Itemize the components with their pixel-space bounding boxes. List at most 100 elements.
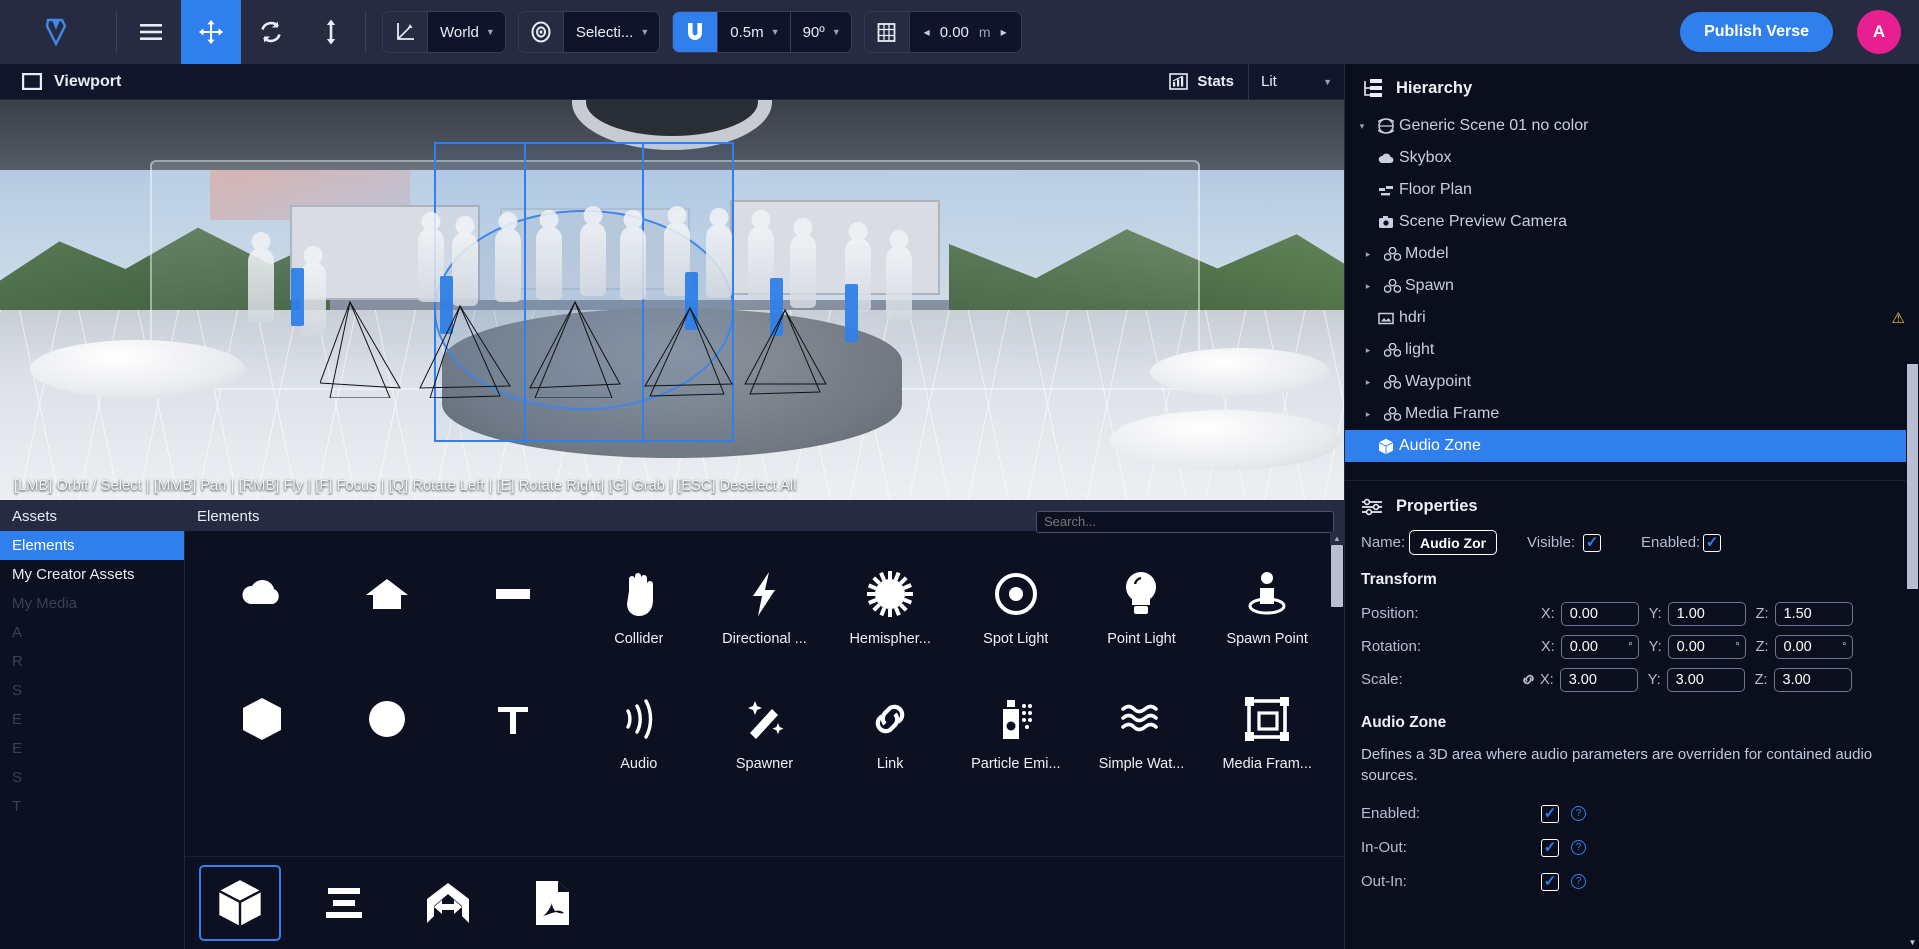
- scale-z-input[interactable]: [1773, 667, 1852, 692]
- tree-node-skybox[interactable]: Skybox: [1345, 142, 1919, 174]
- tree-node-generic-scene[interactable]: ▾ Generic Scene 01 no color: [1345, 110, 1919, 142]
- sidebar-item-8[interactable]: S: [0, 763, 184, 792]
- chevron-right-icon[interactable]: ▸: [1357, 281, 1379, 292]
- visible-checkbox[interactable]: ✓: [1583, 533, 1601, 552]
- help-icon[interactable]: ?: [1571, 874, 1586, 890]
- tree-node-model[interactable]: ▸ Model: [1345, 238, 1919, 270]
- user-avatar[interactable]: A: [1857, 10, 1901, 54]
- chevron-right-icon[interactable]: ▸: [1357, 345, 1379, 356]
- position-x-field[interactable]: [1560, 601, 1639, 626]
- element-tile-hemisphere-light[interactable]: Hemispher...: [827, 549, 953, 674]
- element-tile[interactable]: [450, 549, 576, 674]
- tree-node-scene-preview-camera[interactable]: Scene Preview Camera: [1345, 206, 1919, 238]
- sidebar-item-6[interactable]: E: [0, 705, 184, 734]
- element-tile[interactable]: [325, 549, 451, 674]
- chevron-right-icon[interactable]: ▸: [1357, 249, 1379, 260]
- tab-exchange[interactable]: [407, 865, 489, 941]
- grid-next-button[interactable]: ▸: [1001, 25, 1007, 39]
- element-tile-audio[interactable]: Audio: [576, 674, 702, 799]
- tree-node-light[interactable]: ▸ light: [1345, 334, 1919, 366]
- publish-verse-button[interactable]: Publish Verse: [1680, 12, 1833, 52]
- scrollbar-thumb[interactable]: [1907, 364, 1918, 589]
- snap-angle-select[interactable]: 90º ▼: [790, 12, 851, 52]
- scale-y-input[interactable]: [1666, 667, 1745, 692]
- element-tile[interactable]: [199, 674, 325, 799]
- element-tile[interactable]: [325, 674, 451, 799]
- element-tile-media-frame[interactable]: Media Fram...: [1204, 674, 1330, 799]
- tab-pdf[interactable]: [511, 865, 593, 941]
- grid-button[interactable]: [864, 12, 909, 52]
- grid-stepper[interactable]: ◂ 0.00 m ▸: [909, 12, 1021, 52]
- scrollbar-thumb[interactable]: [1331, 545, 1343, 607]
- component-in-out-checkbox[interactable]: ✓: [1541, 838, 1559, 857]
- element-tile[interactable]: [450, 674, 576, 799]
- app-logo[interactable]: [0, 0, 112, 64]
- rotation-z-input[interactable]: [1774, 634, 1853, 659]
- rotation-y-input[interactable]: [1667, 634, 1746, 659]
- sidebar-item-4[interactable]: R: [0, 647, 184, 676]
- tree-node-waypoint[interactable]: ▸ Waypoint: [1345, 366, 1919, 398]
- help-icon[interactable]: ?: [1571, 806, 1586, 822]
- tree-node-spawn[interactable]: ▸ Spawn: [1345, 270, 1919, 302]
- rotation-z-field[interactable]: °: [1774, 634, 1853, 659]
- scroll-down-arrow-icon[interactable]: ▼: [1906, 935, 1919, 949]
- chevron-right-icon[interactable]: ▸: [1357, 409, 1379, 420]
- position-x-input[interactable]: [1560, 601, 1639, 626]
- tab-list[interactable]: [303, 865, 385, 941]
- element-tile-directional-light[interactable]: Directional ...: [702, 549, 828, 674]
- tree-node-floor-plan[interactable]: Floor Plan: [1345, 174, 1919, 206]
- magnet-toggle-button[interactable]: [673, 12, 718, 52]
- stats-button[interactable]: Stats: [1155, 73, 1248, 90]
- properties-scrollbar[interactable]: ▼: [1906, 364, 1919, 949]
- name-input[interactable]: [1409, 530, 1497, 555]
- position-z-field[interactable]: [1774, 601, 1853, 626]
- pivot-select[interactable]: Selecti... ▼: [563, 12, 660, 52]
- rotation-x-field[interactable]: °: [1560, 634, 1639, 659]
- element-tile-point-light[interactable]: Point Light: [1079, 549, 1205, 674]
- element-tile-spawn-point[interactable]: Spawn Point: [1204, 549, 1330, 674]
- scale-x-field[interactable]: [1559, 667, 1638, 692]
- sidebar-item-9[interactable]: T: [0, 792, 184, 821]
- chevron-right-icon[interactable]: ▸: [1357, 377, 1379, 388]
- sidebar-item-5[interactable]: S: [0, 676, 184, 705]
- pivot-button[interactable]: [518, 12, 563, 52]
- move-tool-button[interactable]: [181, 0, 241, 64]
- search-input[interactable]: [1036, 510, 1334, 533]
- scale-y-field[interactable]: [1666, 667, 1745, 692]
- position-y-field[interactable]: [1667, 601, 1746, 626]
- element-tile-spawner[interactable]: Spawner: [702, 674, 828, 799]
- scroll-up-arrow-icon[interactable]: ▲: [1330, 531, 1344, 545]
- scale-z-field[interactable]: [1773, 667, 1852, 692]
- sidebar-item-elements[interactable]: Elements: [0, 531, 184, 560]
- element-tile-spot-light[interactable]: Spot Light: [953, 549, 1079, 674]
- element-tile-particle-emitter[interactable]: Particle Emi...: [953, 674, 1079, 799]
- sidebar-item-7[interactable]: E: [0, 734, 184, 763]
- shading-mode-select[interactable]: Lit ▼: [1248, 63, 1344, 100]
- snap-grid-select[interactable]: 0.5m ▼: [718, 12, 790, 52]
- position-y-input[interactable]: [1667, 601, 1746, 626]
- rotation-y-field[interactable]: °: [1667, 634, 1746, 659]
- component-out-in-checkbox[interactable]: ✓: [1541, 872, 1559, 891]
- element-tile-link[interactable]: Link: [827, 674, 953, 799]
- scale-x-input[interactable]: [1559, 667, 1638, 692]
- position-z-input[interactable]: [1774, 601, 1853, 626]
- tree-node-hdri[interactable]: hdri ⚠: [1345, 302, 1919, 334]
- warning-icon[interactable]: ⚠: [1892, 309, 1905, 327]
- enabled-checkbox[interactable]: ✓: [1703, 533, 1721, 552]
- menu-button[interactable]: [121, 0, 181, 64]
- tab-elements[interactable]: [199, 865, 281, 941]
- sidebar-item-my-media[interactable]: My Media: [0, 589, 184, 618]
- sidebar-item-my-creator-assets[interactable]: My Creator Assets: [0, 560, 184, 589]
- scale-tool-button[interactable]: [301, 0, 361, 64]
- chevron-down-icon[interactable]: ▾: [1351, 121, 1373, 132]
- component-enabled-checkbox[interactable]: ✓: [1541, 804, 1559, 823]
- element-tile-simple-water[interactable]: Simple Wat...: [1079, 674, 1205, 799]
- rotate-tool-button[interactable]: [241, 0, 301, 64]
- element-tile[interactable]: [199, 549, 325, 674]
- tree-node-media-frame[interactable]: ▸ Media Frame: [1345, 398, 1919, 430]
- grid-prev-button[interactable]: ◂: [924, 25, 930, 39]
- rotation-x-input[interactable]: [1560, 634, 1639, 659]
- sidebar-item-3[interactable]: A: [0, 618, 184, 647]
- axes-button[interactable]: [383, 12, 427, 52]
- tree-node-audio-zone[interactable]: Audio Zone: [1345, 430, 1919, 462]
